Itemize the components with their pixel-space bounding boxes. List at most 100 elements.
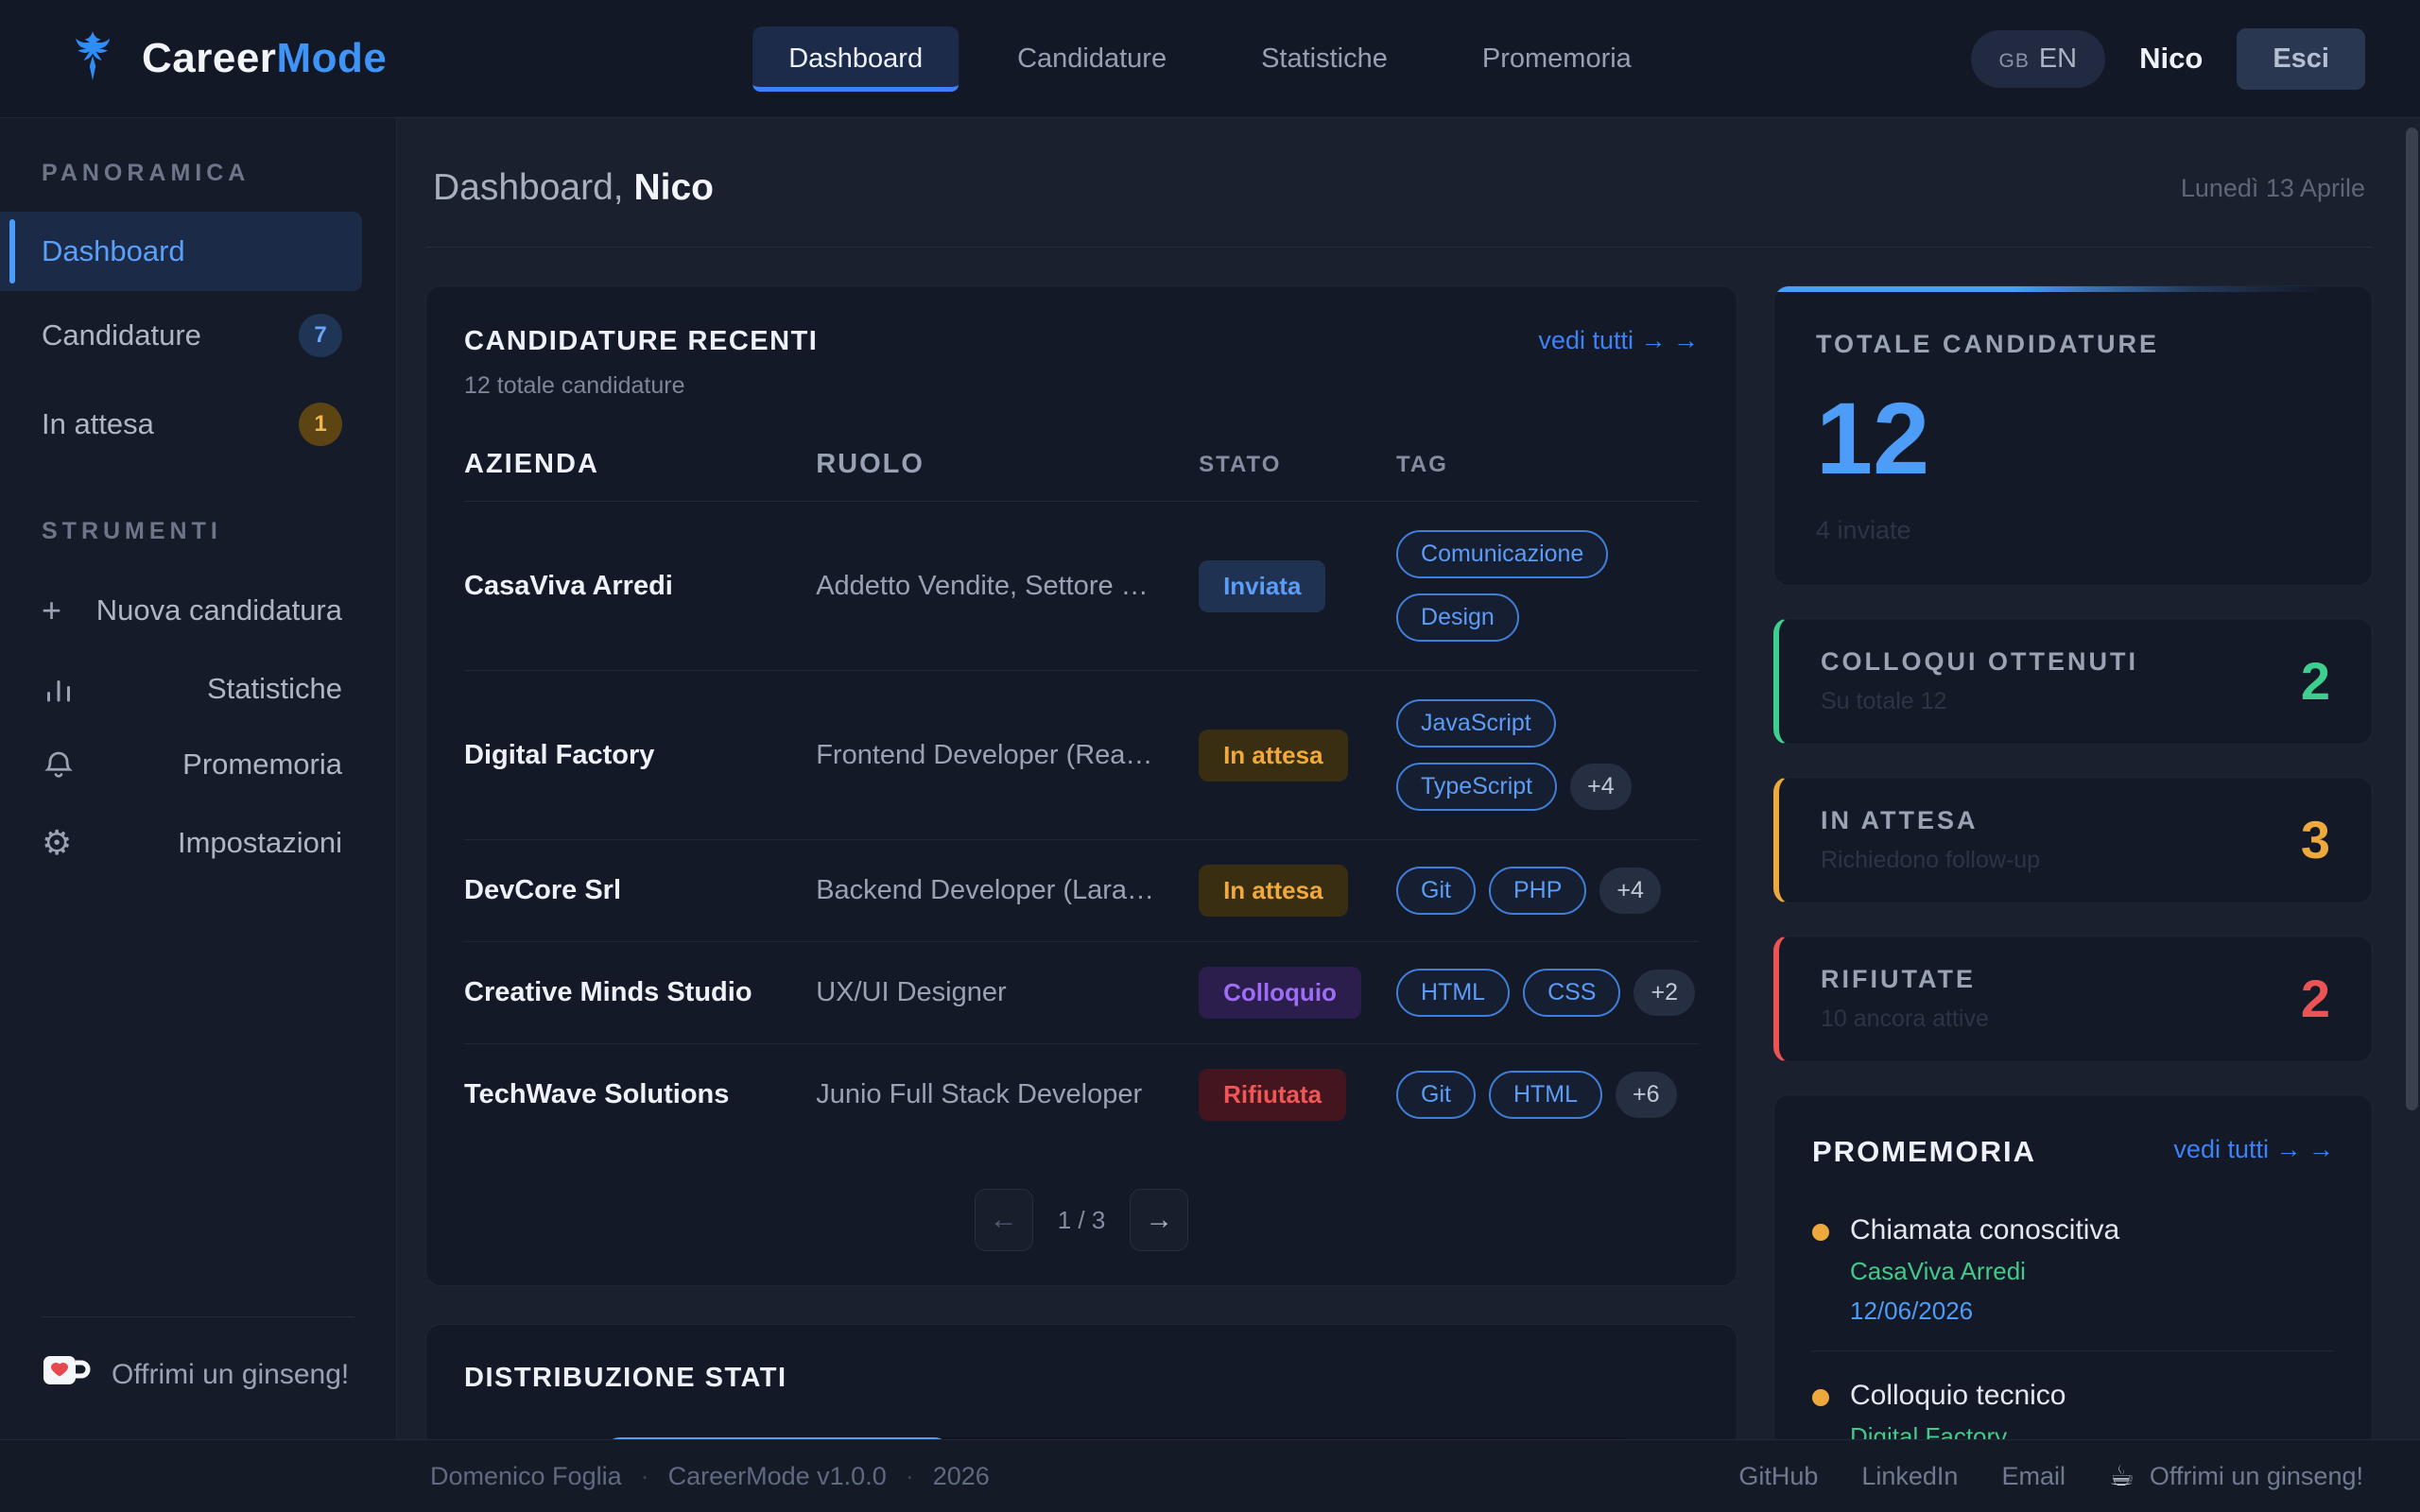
applications-table: AZIENDA RUOLO STATO TAG CasaViva Arredi …	[464, 449, 1699, 1145]
tag-pill: Design	[1396, 593, 1519, 642]
page-title: Dashboard, Nico	[433, 167, 714, 209]
waiting-card: IN ATTESA Richiedono follow-up 3	[1773, 777, 2373, 903]
waiting-subtitle: Richiedono follow-up	[1821, 847, 2040, 874]
footer-year: 2026	[933, 1462, 990, 1491]
sidebar-item-nuova-candidatura[interactable]: + Nuova candidatura	[0, 570, 396, 651]
company-name: TechWave Solutions	[464, 1079, 816, 1110]
reminder-item[interactable]: Chiamata conoscitiva CasaViva Arredi 12/…	[1812, 1186, 2334, 1351]
nav-tab-dashboard[interactable]: Dashboard	[752, 26, 959, 92]
top-navbar: CareerMode Dashboard Candidature Statist…	[0, 0, 2420, 118]
status-badge: Inviata	[1199, 560, 1325, 612]
table-row[interactable]: Digital Factory Frontend Developer (Rea……	[464, 671, 1699, 840]
tag-pill: PHP	[1489, 867, 1586, 915]
pagination: ← 1 / 3 →	[464, 1183, 1699, 1251]
brand-logo[interactable]: CareerMode	[62, 26, 387, 92]
footer-links: GitHub LinkedIn Email ☕ Offrimi un ginse…	[1738, 1460, 2363, 1493]
language-switch[interactable]: GB EN	[1971, 30, 2106, 88]
reminder-title: Colloquio tecnico	[1850, 1380, 2066, 1412]
sidebar-item-label: Candidature	[42, 318, 201, 352]
main-nav: Dashboard Candidature Statistiche Promem…	[752, 26, 1668, 92]
reminder-item[interactable]: Colloquio tecnico Digital Factory 21/09/…	[1812, 1351, 2334, 1439]
arrow-right-icon: →	[2308, 1135, 2334, 1163]
arrow-right-icon: →	[1673, 326, 1699, 354]
logout-button[interactable]: Esci	[2237, 28, 2365, 90]
table-row[interactable]: DevCore Srl Backend Developer (Lara… In …	[464, 840, 1699, 942]
vertical-scrollbar[interactable]	[2406, 128, 2418, 1110]
language-region: GB	[1999, 50, 2030, 73]
tag-pill: JavaScript	[1396, 699, 1556, 747]
tag-pill: Comunicazione	[1396, 530, 1608, 578]
tool-item-label: Impostazioni	[178, 826, 342, 860]
bar-chart-icon	[42, 672, 83, 706]
navbar-right: GB EN Nico Esci	[1971, 28, 2366, 90]
sidebar-item-dashboard[interactable]: Dashboard	[0, 212, 362, 291]
footer-link-linkedin[interactable]: LinkedIn	[1861, 1462, 1958, 1491]
recent-applications-card: CANDIDATURE RECENTI 12 totale candidatur…	[425, 285, 1737, 1286]
column-ruolo: RUOLO	[816, 449, 1199, 480]
phoenix-logo-icon	[62, 26, 123, 92]
footer-credits: Domenico Foglia · CareerMode v1.0.0 · 20…	[430, 1462, 990, 1491]
footer-separator: ·	[641, 1462, 649, 1491]
pagination-next-button[interactable]: →	[1130, 1189, 1188, 1251]
right-column: TOTALE CANDIDATURE 12 4 inviate COLLOQUI…	[1773, 285, 2373, 1439]
total-value: 12	[1816, 387, 2330, 490]
footer-version: CareerMode v1.0.0	[668, 1462, 887, 1491]
tool-item-label: Nuova candidatura	[96, 593, 342, 627]
plus-icon: +	[42, 591, 83, 630]
sidebar-section-panoramica: PANORAMICA	[0, 160, 396, 187]
sidebar-item-candidature[interactable]: Candidature 7	[0, 291, 396, 380]
sidebar-item-promemoria[interactable]: Promemoria	[0, 727, 396, 802]
more-tags-badge: +6	[1616, 1072, 1677, 1118]
rejected-subtitle: 10 ancora attive	[1821, 1005, 1989, 1033]
reminders-card: PROMEMORIA vedi tutti → → Chiamata conos…	[1773, 1094, 2373, 1439]
table-row[interactable]: TechWave Solutions Junio Full Stack Deve…	[464, 1044, 1699, 1145]
column-stato: STATO	[1199, 452, 1396, 478]
pagination-prev-button[interactable]: ←	[975, 1189, 1033, 1251]
footer-link-email[interactable]: Email	[2001, 1462, 2066, 1491]
column-tag: TAG	[1396, 452, 1448, 478]
tag-pill: TypeScript	[1396, 763, 1557, 811]
reminders-title: PROMEMORIA	[1812, 1135, 2036, 1169]
sidebar-item-in-attesa[interactable]: In attesa 1	[0, 380, 396, 469]
footer-support-label: Offrimi un ginseng!	[2150, 1462, 2363, 1491]
table-row[interactable]: Creative Minds Studio UX/UI Designer Col…	[464, 942, 1699, 1044]
sidebar: PANORAMICA Dashboard Candidature 7 In at…	[0, 118, 397, 1439]
distribution-title: DISTRIBUZIONE STATI	[464, 1363, 1699, 1394]
sidebar-item-label: In attesa	[42, 407, 154, 441]
status-badge: In attesa	[1199, 865, 1348, 917]
more-tags-badge: +2	[1634, 970, 1695, 1016]
recent-see-all-link[interactable]: vedi tutti → →	[1538, 326, 1699, 355]
role: Frontend Developer (Rea…	[816, 740, 1199, 771]
company-name: Digital Factory	[464, 740, 816, 771]
sidebar-section-strumenti: STRUMENTI	[0, 518, 396, 545]
nav-tab-promemoria[interactable]: Promemoria	[1446, 26, 1668, 92]
support-label: Offrimi un ginseng!	[112, 1359, 349, 1391]
role: UX/UI Designer	[816, 977, 1199, 1008]
sidebar-item-statistiche[interactable]: Statistiche	[0, 651, 396, 727]
interviews-value: 2	[2301, 655, 2330, 708]
company-name: DevCore Srl	[464, 875, 816, 906]
rejected-card: RIFIUTATE 10 ancora attive 2	[1773, 936, 2373, 1062]
nav-tab-statistiche[interactable]: Statistiche	[1225, 26, 1424, 92]
table-row[interactable]: CasaViva Arredi Addetto Vendite, Settore…	[464, 502, 1699, 671]
nav-tab-candidature[interactable]: Candidature	[981, 26, 1202, 92]
support-ginseng-button[interactable]: Offrimi un ginseng!	[42, 1316, 354, 1439]
bell-icon	[42, 747, 83, 782]
company-name: CasaViva Arredi	[464, 571, 816, 602]
footer-link-github[interactable]: GitHub	[1738, 1462, 1818, 1491]
table-header: AZIENDA RUOLO STATO TAG	[464, 449, 1699, 502]
tag-pill: HTML	[1396, 969, 1510, 1017]
reminder-company: CasaViva Arredi	[1850, 1257, 2119, 1286]
main-content: Dashboard, Nico Lunedì 13 Aprile CANDIDA…	[397, 118, 2420, 1439]
footer-support-link[interactable]: ☕ Offrimi un ginseng!	[2109, 1460, 2363, 1493]
reminder-company: Digital Factory	[1850, 1422, 2066, 1439]
app-body: PANORAMICA Dashboard Candidature 7 In at…	[0, 118, 2420, 1439]
reminders-see-all-link[interactable]: vedi tutti → →	[2173, 1135, 2334, 1164]
sidebar-item-impostazioni[interactable]: ⚙ Impostazioni	[0, 802, 396, 884]
reminder-title: Chiamata conoscitiva	[1850, 1214, 2119, 1246]
more-tags-badge: +4	[1570, 764, 1632, 810]
interviews-label: COLLOQUI OTTENUTI	[1821, 647, 2138, 677]
sidebar-item-label: Dashboard	[42, 234, 185, 268]
bullet-dot-icon	[1812, 1224, 1829, 1241]
recent-card-title: CANDIDATURE RECENTI	[464, 326, 818, 357]
